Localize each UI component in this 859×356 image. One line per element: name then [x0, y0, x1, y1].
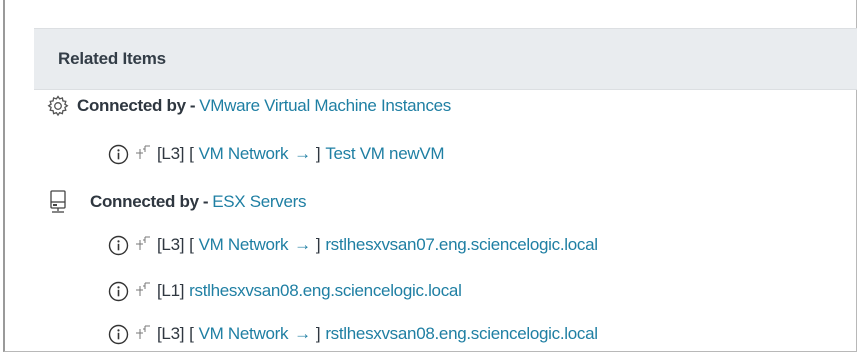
item-link[interactable]: rstlhesxvsan07.eng.sciencelogic.local	[325, 235, 598, 255]
bracket-open: [	[189, 324, 194, 343]
section-title: Related Items	[58, 49, 166, 68]
group-separator: -	[202, 192, 209, 211]
server-icon	[48, 189, 68, 215]
info-icon[interactable]	[108, 324, 129, 345]
info-icon[interactable]	[108, 235, 129, 256]
group-row-esx: Connected by - ESX Servers	[46, 189, 307, 215]
layer-level: [L3]	[157, 324, 185, 343]
group-prefix: Connected by	[90, 192, 199, 211]
bracket-open: [	[189, 144, 194, 163]
group-row-vmware: Connected by - VMware Virtual Machine In…	[46, 93, 451, 119]
info-icon[interactable]	[108, 144, 129, 165]
connection-icon	[134, 280, 152, 298]
connection-icon	[134, 143, 152, 161]
item-link[interactable]: rstlhesxvsan08.eng.sciencelogic.local	[189, 281, 462, 301]
bracket-open: [	[189, 235, 194, 254]
section-header: Related Items	[34, 28, 857, 90]
bracket-close: ]	[315, 144, 321, 163]
layer-level: [L1]	[157, 281, 185, 300]
arrow-right-icon: →	[294, 324, 311, 343]
arrow-right-icon: →	[294, 144, 311, 163]
group-link-esx[interactable]: ESX Servers	[212, 192, 306, 212]
info-icon[interactable]	[108, 281, 129, 302]
connection-icon	[134, 323, 152, 341]
connection-icon	[134, 234, 152, 252]
list-item: [L1] rstlhesxvsan08.eng.sciencelogic.loc…	[108, 278, 462, 304]
list-item: [L3] [ VM Network → ] rstlhesxvsan08.eng…	[108, 321, 598, 347]
network-link[interactable]: VM Network	[199, 144, 289, 164]
list-item: [L3] [ VM Network → ] Test VM newVM	[108, 141, 445, 167]
item-link[interactable]: rstlhesxvsan08.eng.sciencelogic.local	[325, 324, 598, 344]
network-link[interactable]: VM Network	[199, 324, 289, 344]
list-item: [L3] [ VM Network → ] rstlhesxvsan07.eng…	[108, 232, 598, 258]
group-separator: -	[189, 96, 196, 115]
group-prefix: Connected by	[77, 96, 186, 115]
layer-level: [L3]	[157, 144, 185, 163]
gear-icon	[46, 94, 70, 118]
group-link-vmware[interactable]: VMware Virtual Machine Instances	[199, 96, 451, 116]
arrow-right-icon: →	[294, 235, 311, 254]
bracket-close: ]	[315, 324, 321, 343]
network-link[interactable]: VM Network	[199, 235, 289, 255]
layer-level: [L3]	[157, 235, 185, 254]
bracket-close: ]	[315, 235, 321, 254]
item-link[interactable]: Test VM newVM	[325, 144, 444, 164]
